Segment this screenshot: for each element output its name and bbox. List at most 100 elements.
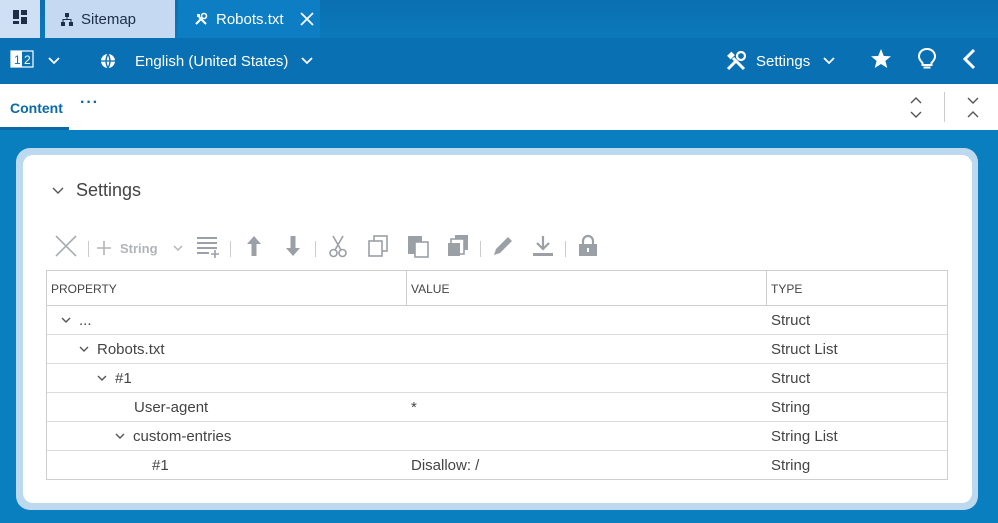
close-icon[interactable] (299, 12, 314, 26)
delete-icon (54, 234, 78, 263)
struct-toolbar: String (48, 232, 668, 264)
lock-button[interactable] (574, 232, 602, 264)
download-icon (531, 234, 555, 263)
property-name: ... (79, 312, 92, 329)
numbering-dropdown[interactable] (47, 38, 61, 84)
move-down-icon (284, 234, 302, 263)
table-row[interactable]: ... Struct (47, 306, 947, 335)
globe-icon (100, 53, 116, 69)
favorite-button[interactable] (870, 38, 892, 84)
table-row[interactable]: custom-entries String List (47, 422, 947, 451)
cut-button[interactable] (324, 232, 352, 264)
active-tab-indicator (0, 127, 69, 130)
move-up-icon (245, 234, 263, 263)
divider (315, 241, 316, 257)
tab-content[interactable]: Content (10, 100, 63, 116)
type-dropdown-icon[interactable] (173, 245, 183, 252)
column-header-value[interactable]: VALUE (407, 271, 767, 306)
edit-icon (491, 234, 515, 263)
add-icon (96, 240, 112, 256)
tools-icon (194, 12, 208, 26)
paste-button[interactable] (404, 232, 432, 264)
property-name: custom-entries (133, 428, 232, 445)
column-header-property[interactable]: PROPERTY (47, 271, 407, 306)
star-icon (870, 48, 892, 74)
copy-icon (367, 234, 389, 263)
language-label: English (United States) (135, 52, 289, 70)
cut-icon (328, 234, 348, 263)
tab-robots-txt[interactable]: Robots.txt (178, 0, 320, 38)
chevron-down-icon (52, 187, 64, 195)
numbering-button[interactable]: 12 (10, 38, 34, 84)
chevron-down-icon (822, 56, 836, 66)
sitemap-icon (61, 12, 73, 26)
chevron-down-icon[interactable] (93, 375, 111, 382)
paste-icon (406, 234, 430, 263)
language-selector[interactable]: English (United States) (100, 38, 314, 84)
dashboard-icon (12, 9, 28, 30)
chevron-down-icon[interactable] (75, 346, 93, 353)
paste-multiple-button[interactable] (444, 232, 472, 264)
collapse-all-icon (966, 97, 980, 124)
back-button[interactable] (962, 38, 978, 84)
settings-tools-icon (725, 51, 747, 71)
section-header[interactable]: Settings (52, 180, 141, 201)
property-type: Struct (771, 312, 811, 329)
settings-menu[interactable]: Settings (725, 38, 836, 84)
chevron-down-icon (47, 53, 61, 70)
settings-label: Settings (756, 52, 811, 70)
add-rows-button[interactable] (194, 232, 222, 264)
chevron-down-icon[interactable] (111, 433, 129, 440)
property-type: Struct List (771, 341, 838, 358)
add-rows-icon (195, 234, 221, 263)
svg-text:2: 2 (24, 53, 31, 67)
property-value[interactable]: * (411, 393, 417, 422)
property-type: Struct (771, 370, 811, 387)
download-button[interactable] (529, 232, 557, 264)
divider (565, 241, 566, 257)
more-tabs-button[interactable]: ··· (80, 94, 99, 112)
edit-button[interactable] (489, 232, 517, 264)
table-row[interactable]: User-agent * String (47, 393, 947, 422)
property-value[interactable]: Disallow: / (411, 451, 479, 480)
delete-button[interactable] (52, 232, 80, 264)
tab-bar: Sitemap Robots.txt (0, 0, 998, 38)
expand-all-icon (909, 97, 923, 124)
copy-button[interactable] (364, 232, 392, 264)
move-up-button[interactable] (240, 232, 268, 264)
table-row[interactable]: #1 Disallow: / String (47, 451, 947, 480)
numbers-icon: 12 (10, 50, 34, 72)
main-toolbar: 12 English (United States) Settings (0, 38, 998, 84)
collapse-all-button[interactable] (966, 96, 980, 125)
divider (230, 241, 231, 257)
move-down-button[interactable] (279, 232, 307, 264)
chevron-down-icon[interactable] (57, 317, 75, 324)
property-name: Robots.txt (97, 341, 165, 358)
paste-multi-icon (446, 234, 470, 263)
back-arrow-icon (962, 48, 978, 74)
tab-sitemap[interactable]: Sitemap (45, 0, 175, 38)
content-subbar: Content ··· (0, 84, 998, 130)
expand-collapse-button[interactable] (909, 96, 923, 125)
lightbulb-icon (917, 47, 937, 75)
table-row[interactable]: Robots.txt Struct List (47, 335, 947, 364)
tab-label: Robots.txt (216, 10, 284, 28)
property-name: #1 (115, 370, 132, 387)
svg-text:1: 1 (14, 53, 21, 67)
divider (88, 241, 89, 257)
column-header-type[interactable]: TYPE (767, 271, 947, 306)
property-type: String List (771, 428, 838, 445)
property-grid: PROPERTY VALUE TYPE ... Struct Robots.tx… (46, 270, 948, 480)
tips-button[interactable] (917, 38, 937, 84)
property-name: #1 (152, 457, 169, 474)
lock-icon (577, 234, 599, 263)
property-type: String (771, 457, 811, 474)
table-row[interactable]: #1 Struct (47, 364, 947, 393)
section-title: Settings (76, 180, 142, 200)
property-type: String (771, 399, 811, 416)
grid-header: PROPERTY VALUE TYPE (47, 271, 947, 306)
dashboard-button[interactable] (0, 0, 40, 38)
tab-label: Sitemap (81, 10, 137, 28)
property-name: User-agent (134, 399, 209, 416)
add-string-button[interactable]: String (96, 232, 186, 264)
